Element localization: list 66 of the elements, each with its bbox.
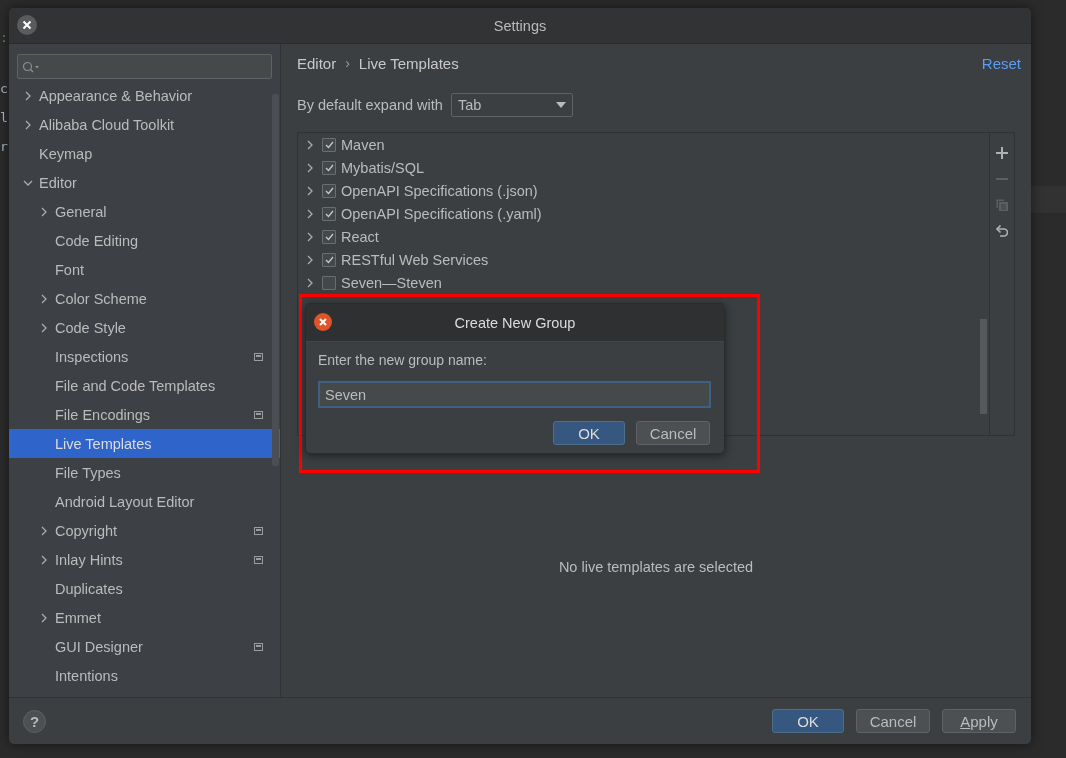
tree-item[interactable]: Live Templates bbox=[9, 429, 280, 458]
dialog-title: Create New Group bbox=[454, 314, 576, 331]
checkbox[interactable] bbox=[322, 206, 336, 221]
tree-item[interactable]: File Encodings bbox=[9, 400, 280, 429]
scrollbar-thumb[interactable] bbox=[272, 94, 279, 466]
breadcrumb-separator: › bbox=[345, 55, 350, 71]
checkbox[interactable] bbox=[322, 229, 336, 244]
tree-item[interactable]: Android Layout Editor bbox=[9, 487, 280, 516]
window-title: Settings bbox=[493, 17, 547, 34]
tree-item[interactable]: Alibaba Cloud Toolkit bbox=[9, 110, 280, 139]
dialog-button[interactable]: Apply bbox=[942, 709, 1016, 733]
tree-item[interactable]: Inspections bbox=[9, 342, 280, 371]
search-icon bbox=[22, 60, 40, 73]
current-line-highlight bbox=[1031, 186, 1066, 213]
template-group-row[interactable]: OpenAPI Specifications (.yaml) bbox=[298, 202, 989, 225]
help-button[interactable]: ? bbox=[23, 709, 46, 733]
code-fragment: : bbox=[0, 31, 8, 44]
close-button[interactable] bbox=[314, 313, 332, 331]
tree-item[interactable]: Intentions bbox=[9, 661, 280, 690]
template-group-row[interactable]: OpenAPI Specifications (.json) bbox=[298, 179, 989, 202]
checkbox[interactable] bbox=[322, 160, 336, 175]
tree-item[interactable]: Font bbox=[9, 255, 280, 284]
template-group-row[interactable]: Seven—Steven bbox=[298, 271, 989, 294]
tree-item[interactable]: Editor bbox=[9, 168, 280, 197]
breadcrumb-item[interactable]: Editor bbox=[297, 54, 337, 72]
dialog-button[interactable]: OK bbox=[553, 421, 625, 445]
code-fragment: r bbox=[0, 140, 8, 153]
close-button[interactable] bbox=[17, 15, 37, 35]
checkbox[interactable] bbox=[322, 183, 336, 198]
scrollbar-thumb[interactable] bbox=[980, 319, 987, 414]
template-group-row[interactable]: RESTful Web Services bbox=[298, 248, 989, 271]
tree-item[interactable]: Code Style bbox=[9, 313, 280, 342]
tree-item[interactable]: File and Code Templates bbox=[9, 371, 280, 400]
tree-item[interactable]: Keymap bbox=[9, 139, 280, 168]
tree-item[interactable]: Emmet bbox=[9, 603, 280, 632]
group-name-field[interactable]: Seven bbox=[318, 381, 711, 408]
checkbox[interactable] bbox=[322, 275, 336, 290]
tree-item[interactable]: Appearance & Behavior bbox=[9, 81, 280, 110]
tree-item[interactable]: Code Editing bbox=[9, 226, 280, 255]
expand-label: By default expand with bbox=[297, 97, 443, 113]
dialog-button[interactable]: Cancel bbox=[856, 709, 930, 733]
reset-link[interactable]: Reset bbox=[981, 54, 1021, 72]
template-group-row[interactable]: Mybatis/SQL bbox=[298, 156, 989, 179]
dialog-button[interactable]: OK bbox=[772, 709, 844, 733]
tree-item[interactable]: General bbox=[9, 197, 280, 226]
checkbox[interactable] bbox=[322, 137, 336, 152]
tree-item[interactable]: Duplicates bbox=[9, 574, 280, 603]
empty-state-message: No live templates are selected bbox=[558, 558, 754, 575]
code-fragment: c bbox=[0, 82, 8, 95]
checkbox[interactable] bbox=[322, 252, 336, 267]
tree-item[interactable]: File Types bbox=[9, 458, 280, 487]
add-icon[interactable] bbox=[996, 147, 1008, 159]
tree-item[interactable]: Inlay Hints bbox=[9, 545, 280, 574]
tree-item[interactable]: GUI Designer bbox=[9, 632, 280, 661]
tree-item[interactable]: Copyright bbox=[9, 516, 280, 545]
prompt-label: Enter the new group name: bbox=[318, 352, 488, 370]
template-group-row[interactable]: Maven bbox=[298, 133, 989, 156]
dialog-button[interactable]: Cancel bbox=[636, 421, 710, 445]
undo-icon[interactable] bbox=[996, 225, 1008, 237]
breadcrumb-item[interactable]: Live Templates bbox=[358, 54, 459, 72]
expand-dropdown[interactable]: Tab bbox=[450, 93, 573, 117]
template-group-row[interactable]: React bbox=[298, 225, 989, 248]
search-field[interactable] bbox=[17, 54, 272, 79]
tree-item[interactable]: Color Scheme bbox=[9, 284, 280, 313]
code-fragment: l bbox=[0, 111, 8, 124]
dropdown-arrow-icon bbox=[555, 102, 566, 108]
